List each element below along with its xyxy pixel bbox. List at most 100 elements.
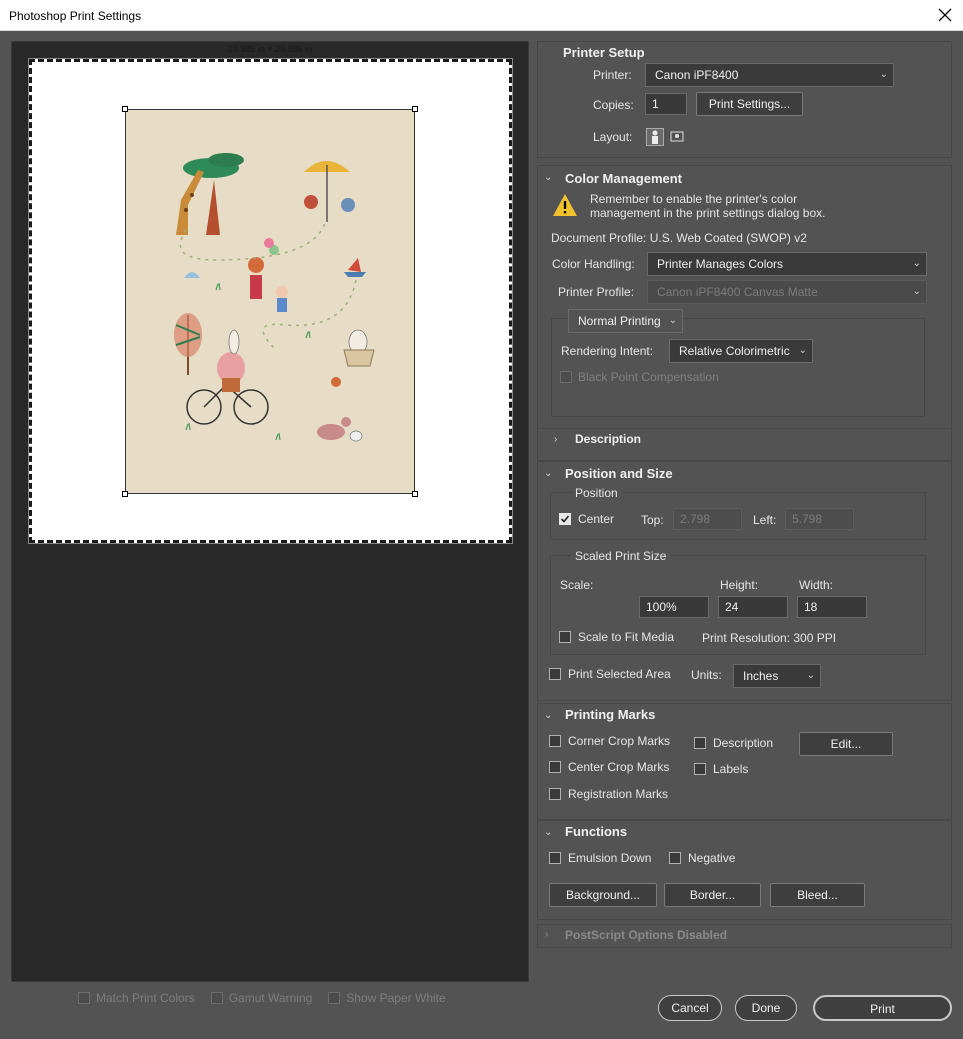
height-input[interactable]: 24 [718, 596, 788, 618]
show-paper-white-checkbox[interactable] [328, 992, 341, 1004]
center-crop-marks-checkbox[interactable] [549, 761, 561, 773]
printer-profile-value: Canon iPF8400 Canvas Matte [657, 285, 818, 299]
black-point-label: Black Point Compensation [578, 370, 719, 384]
emulsion-down-checkbox[interactable] [549, 852, 561, 864]
registration-marks-checkbox[interactable] [549, 788, 561, 800]
divider [538, 428, 951, 429]
postscript-title: PostScript Options Disabled [565, 928, 728, 942]
rendering-intent-dropdown[interactable]: Relative Colorimetric ⌄ [669, 339, 813, 363]
border-button[interactable]: Border... [664, 883, 761, 907]
gamut-warning-option[interactable]: Gamut Warning [210, 991, 313, 1005]
position-group-title: Position [571, 486, 622, 500]
units-dropdown[interactable]: Inches ⌄ [733, 664, 821, 688]
landscape-layout-icon[interactable] [669, 128, 687, 146]
description-label: Description [713, 736, 774, 750]
layout-label: Layout: [593, 130, 633, 144]
preview-options: Match Print Colors Gamut Warning Show Pa… [78, 991, 446, 1005]
printer-label: Printer: [593, 68, 632, 82]
transform-handle[interactable] [412, 491, 418, 497]
negative-checkbox[interactable] [669, 852, 681, 864]
document-profile-text: Document Profile: U.S. Web Coated (SWOP)… [551, 231, 807, 245]
done-button[interactable]: Done [735, 995, 797, 1021]
print-mode-value: Normal Printing [578, 314, 661, 328]
warning-icon [553, 194, 577, 216]
copies-input[interactable]: 1 [645, 93, 687, 115]
window-title: Photoshop Print Settings [9, 9, 142, 23]
printer-profile-label: Printer Profile: [558, 285, 635, 299]
scale-input[interactable]: 100% [639, 596, 709, 618]
collapse-caret-icon[interactable]: ⌄ [544, 172, 552, 183]
bleed-button[interactable]: Bleed... [770, 883, 865, 907]
collapse-caret-icon[interactable]: ⌄ [544, 468, 552, 479]
width-input[interactable]: 18 [797, 596, 867, 618]
chevron-down-icon: ⌄ [912, 286, 921, 297]
units-value: Inches [743, 669, 779, 683]
description-checkbox[interactable] [694, 737, 706, 749]
corner-crop-marks-label: Corner Crop Marks [568, 734, 671, 748]
printing-marks-title: Printing Marks [565, 707, 656, 722]
close-icon[interactable] [935, 5, 955, 25]
chevron-right-icon[interactable]: › [554, 434, 557, 445]
print-mode-dropdown[interactable]: Normal Printing ⌄ [568, 309, 683, 333]
color-handling-dropdown[interactable]: Printer Manages Colors ⌄ [647, 252, 927, 276]
description-title[interactable]: Description [575, 432, 641, 446]
collapse-caret-icon[interactable]: ⌄ [544, 710, 552, 721]
rendering-intent-label: Rendering Intent: [561, 344, 654, 358]
chevron-down-icon: ⌄ [806, 670, 815, 681]
rendering-intent-value: Relative Colorimetric [679, 344, 790, 358]
printer-setup-section: Printer Setup Printer: Canon iPF8400 ⌄ C… [537, 41, 952, 158]
print-button[interactable]: Print [813, 995, 952, 1021]
checkmark-icon [560, 515, 570, 523]
settings-panel[interactable]: Printer Setup Printer: Canon iPF8400 ⌄ C… [537, 41, 952, 986]
print-settings-button[interactable]: Print Settings... [696, 92, 803, 116]
background-button[interactable]: Background... [549, 883, 657, 907]
width-label: Width: [799, 578, 834, 592]
edit-marks-button[interactable]: Edit... [799, 732, 893, 756]
top-label: Top: [641, 513, 664, 527]
paper-dimension-label: 29.986 in × 29.986 in [227, 44, 313, 54]
scale-label: Scale: [560, 578, 594, 592]
postscript-section: › PostScript Options Disabled [537, 924, 952, 948]
height-label: Height: [720, 578, 759, 592]
portrait-layout-icon[interactable] [646, 128, 664, 146]
left-input[interactable]: 5.798 [785, 508, 854, 530]
corner-crop-marks-checkbox[interactable] [549, 735, 561, 747]
scale-to-fit-checkbox[interactable] [559, 631, 571, 643]
artwork-image[interactable] [125, 109, 415, 494]
print-selected-area-checkbox[interactable] [549, 668, 561, 680]
printer-profile-dropdown[interactable]: Canon iPF8400 Canvas Matte ⌄ [647, 280, 927, 304]
black-point-checkbox[interactable] [560, 371, 572, 383]
transform-handle[interactable] [122, 491, 128, 497]
printer-value: Canon iPF8400 [655, 68, 739, 82]
left-label: Left: [753, 513, 777, 527]
labels-checkbox[interactable] [694, 763, 706, 775]
chevron-down-icon: ⌄ [879, 69, 888, 80]
collapse-caret-icon[interactable]: ⌄ [544, 827, 552, 838]
printer-setup-title: Printer Setup [563, 45, 645, 60]
gamut-warning-label: Gamut Warning [228, 991, 313, 1005]
units-label: Units: [691, 668, 722, 682]
functions-section: ⌄ Functions Emulsion Down Negative Backg… [537, 820, 952, 920]
color-handling-value: Printer Manages Colors [657, 257, 784, 271]
cancel-button[interactable]: Cancel [658, 995, 722, 1021]
warning-text-line1: Remember to enable the printer's color [590, 192, 798, 206]
print-resolution-text: Print Resolution: 300 PPI [702, 631, 837, 645]
scaled-print-size-title: Scaled Print Size [571, 549, 671, 563]
scale-to-fit-label: Scale to Fit Media [578, 630, 675, 644]
printer-dropdown[interactable]: Canon iPF8400 ⌄ [645, 63, 894, 87]
chevron-down-icon: ⌄ [668, 315, 677, 326]
transform-handle[interactable] [412, 106, 418, 112]
transform-handle[interactable] [122, 106, 128, 112]
match-print-colors-checkbox[interactable] [78, 992, 90, 1004]
print-selected-area-label: Print Selected Area [568, 667, 671, 681]
match-print-colors-option[interactable]: Match Print Colors [78, 991, 195, 1005]
chevron-down-icon: ⌄ [798, 345, 807, 356]
center-crop-marks-label: Center Crop Marks [568, 760, 670, 774]
gamut-warning-checkbox[interactable] [210, 992, 223, 1004]
emulsion-down-label: Emulsion Down [568, 851, 652, 865]
top-input[interactable]: 2.798 [673, 508, 742, 530]
functions-title: Functions [565, 824, 628, 839]
center-checkbox[interactable] [559, 513, 571, 525]
show-paper-white-option[interactable]: Show Paper White [328, 991, 446, 1005]
copies-label: Copies: [593, 98, 634, 112]
